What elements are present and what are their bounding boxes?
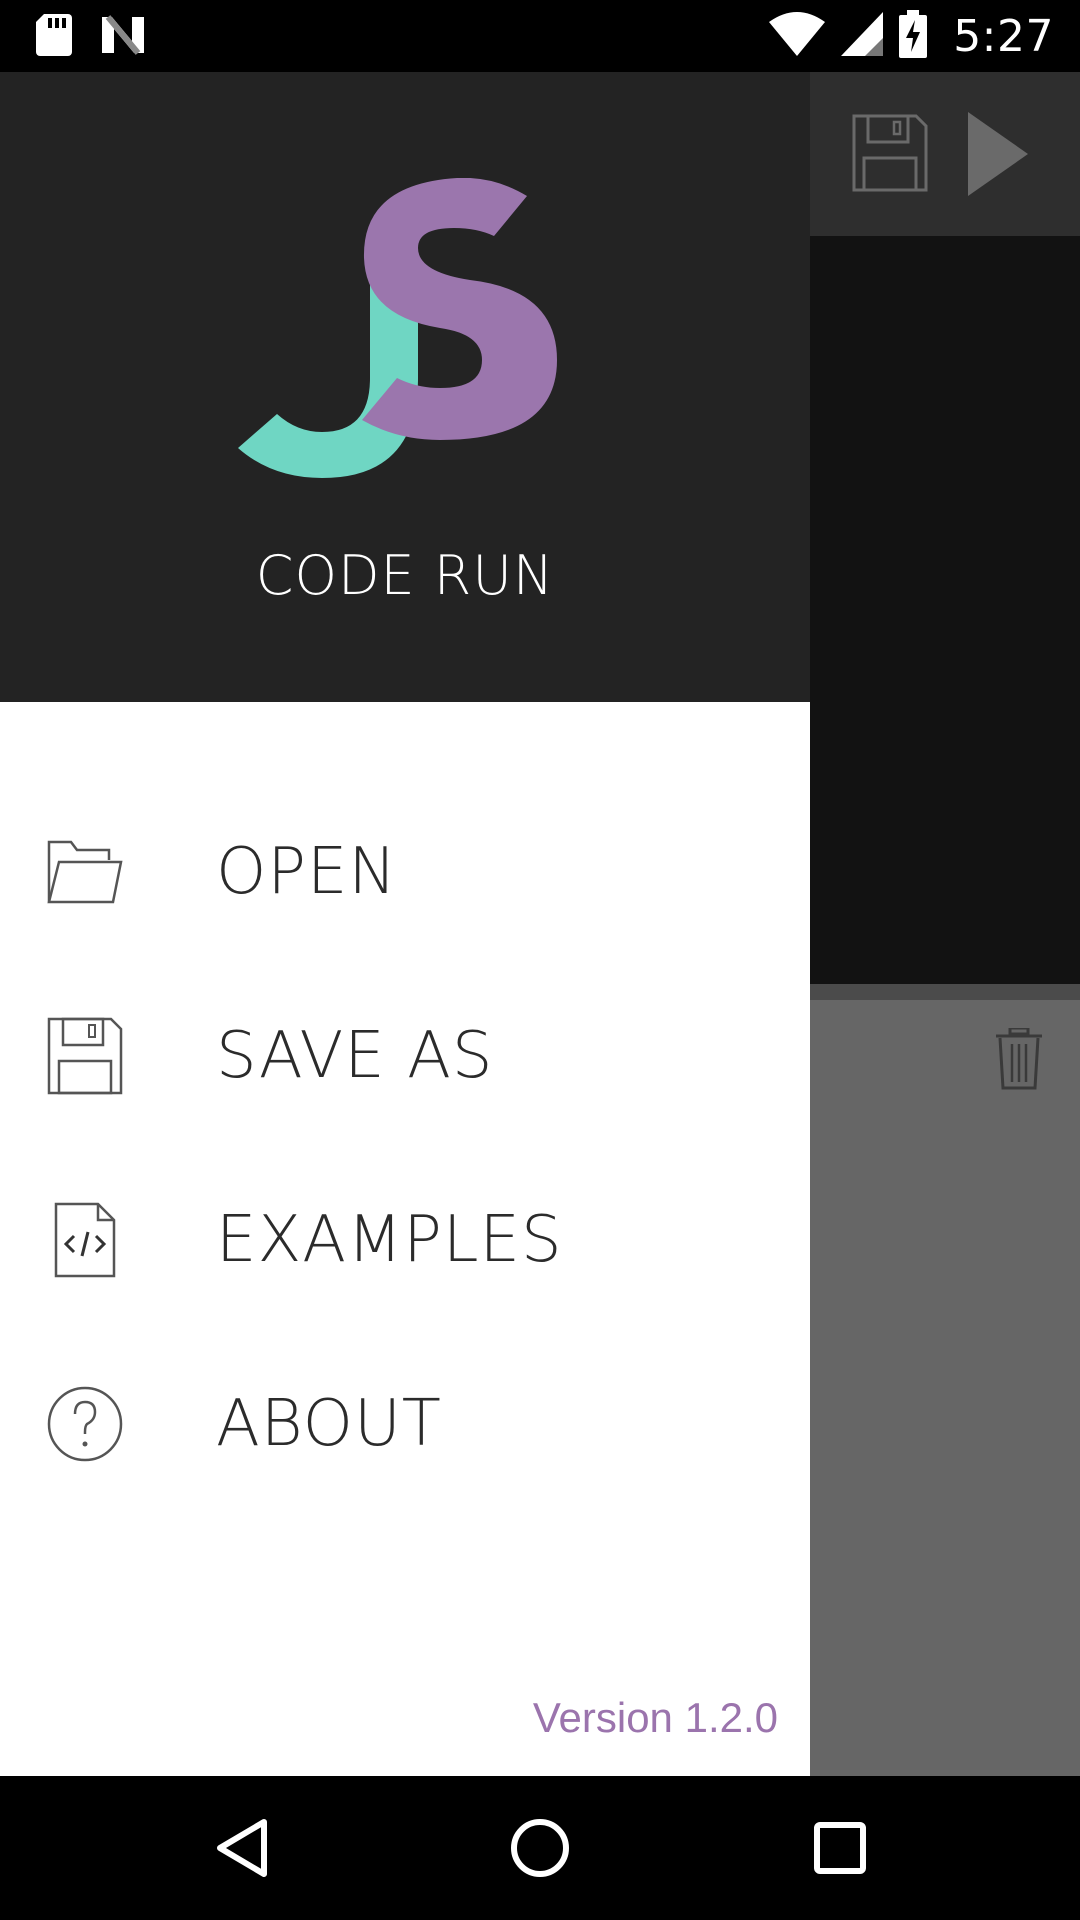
trash-icon[interactable] bbox=[994, 1026, 1044, 1095]
run-icon[interactable] bbox=[960, 112, 1030, 201]
menu-item-label: ABOUT bbox=[216, 1387, 442, 1461]
menu-item-save-as[interactable]: SAVE AS bbox=[0, 964, 810, 1148]
help-circle-icon bbox=[46, 1384, 124, 1464]
menu-item-label: EXAMPLES bbox=[216, 1203, 563, 1277]
code-file-icon bbox=[46, 1200, 124, 1280]
save-icon bbox=[46, 1016, 124, 1096]
save-icon[interactable] bbox=[852, 114, 928, 197]
n-logo-icon bbox=[102, 15, 144, 60]
folder-open-icon bbox=[46, 832, 124, 912]
menu-item-label: SAVE AS bbox=[216, 1019, 494, 1093]
battery-charging-icon bbox=[899, 10, 928, 63]
system-nav-bar bbox=[0, 1776, 1080, 1920]
menu-item-examples[interactable]: EXAMPLES bbox=[0, 1148, 810, 1332]
sd-card-icon bbox=[36, 14, 72, 61]
navigation-drawer: CODE RUN OPEN SAVE AS EXAMPLES ABOUT Ver… bbox=[0, 72, 810, 1776]
drawer-header: CODE RUN bbox=[0, 72, 810, 702]
status-time: 5:27 bbox=[953, 11, 1054, 62]
recents-icon[interactable] bbox=[800, 1808, 880, 1888]
menu-item-label: OPEN bbox=[216, 835, 398, 909]
js-logo-icon bbox=[232, 177, 562, 493]
back-icon[interactable] bbox=[202, 1808, 282, 1888]
home-icon[interactable] bbox=[500, 1808, 580, 1888]
menu-item-about[interactable]: ABOUT bbox=[0, 1332, 810, 1516]
app-brand-title: CODE RUN bbox=[255, 544, 555, 607]
wifi-icon bbox=[769, 12, 826, 61]
drawer-menu: OPEN SAVE AS EXAMPLES ABOUT bbox=[0, 780, 810, 1516]
status-bar: 5:27 bbox=[0, 0, 1080, 72]
cell-signal-icon bbox=[841, 12, 884, 61]
version-label: Version 1.2.0 bbox=[532, 1694, 778, 1741]
menu-item-open[interactable]: OPEN bbox=[0, 780, 810, 964]
